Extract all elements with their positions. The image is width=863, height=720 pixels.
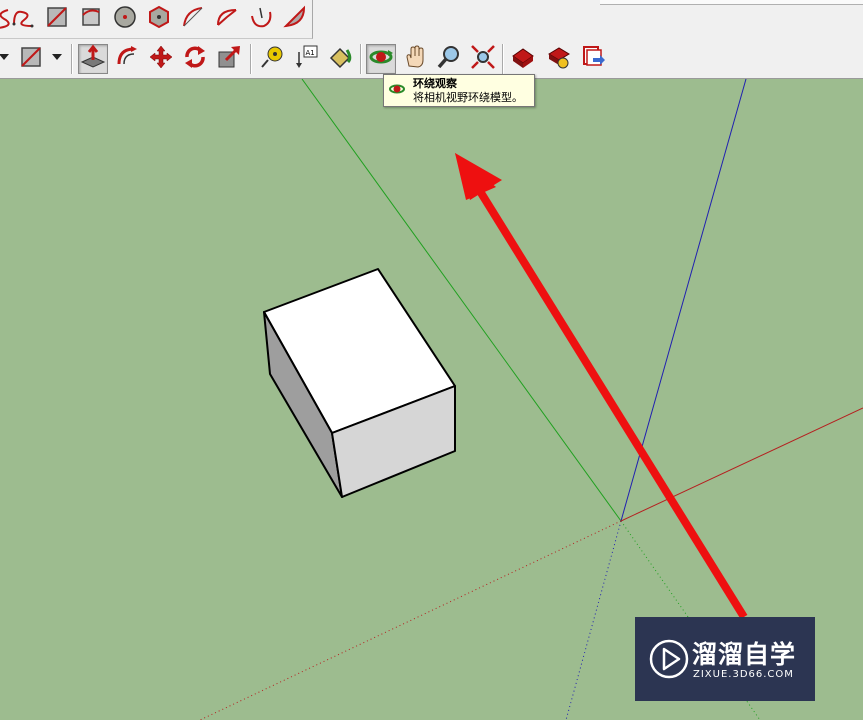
rotated-rectangle-icon: [78, 4, 104, 34]
watermark-url: ZIXUE.3D66.COM: [693, 669, 794, 680]
move-tool[interactable]: [146, 44, 176, 74]
red-axis-hidden: [199, 520, 622, 720]
tape-measure-icon: [259, 44, 285, 74]
play-logo-icon: [649, 639, 689, 679]
tooltip-description: 将相机视野环绕模型。: [413, 91, 523, 104]
pie-tool[interactable]: [212, 4, 242, 34]
paint-bucket-tool[interactable]: [325, 44, 355, 74]
pan-tool[interactable]: [400, 44, 430, 74]
rotate-icon: [182, 44, 208, 74]
watermark-brand: 溜溜自学: [692, 640, 797, 669]
zoom-extents-tool[interactable]: [468, 44, 498, 74]
eraser-icon: [18, 44, 44, 74]
two-point-arc-icon: [248, 4, 274, 34]
warehouse-tool[interactable]: [508, 44, 538, 74]
toolbar-area: A1: [0, 0, 863, 79]
text-icon: A1: [293, 44, 319, 74]
layout-send-icon: [580, 44, 606, 74]
move-icon: [148, 44, 174, 74]
offset-icon: [114, 44, 140, 74]
freehand-icon: [10, 4, 36, 34]
chevron-down-icon[interactable]: [0, 54, 9, 60]
polygon-tool[interactable]: [144, 4, 174, 34]
toolbar-strip-right: [600, 0, 863, 5]
orbit-tool[interactable]: [366, 44, 396, 74]
circle-icon: [112, 4, 138, 34]
chevron-down-icon[interactable]: [52, 54, 62, 60]
offset-tool[interactable]: [112, 44, 142, 74]
three-point-arc-tool[interactable]: [280, 4, 310, 34]
zoom-icon: [436, 44, 462, 74]
layout-send-tool[interactable]: [578, 44, 608, 74]
orbit-icon: [368, 44, 394, 74]
toolbar-separator: [360, 44, 361, 74]
red-arrow: [455, 153, 748, 620]
paint-bucket-icon: [327, 44, 353, 74]
circle-tool[interactable]: [110, 4, 140, 34]
freehand-tool[interactable]: [8, 4, 38, 34]
text-tool[interactable]: A1: [291, 44, 321, 74]
red-axis: [620, 407, 863, 522]
push-pull-tool[interactable]: [78, 44, 108, 74]
arc-icon: [180, 4, 206, 34]
toolbar-separator: [71, 44, 72, 74]
blue-axis-hidden: [565, 520, 622, 720]
two-point-arc-tool[interactable]: [246, 4, 276, 34]
push-pull-icon: [80, 44, 106, 74]
rotate-tool[interactable]: [180, 44, 210, 74]
box-model: [263, 268, 456, 498]
zoom-extents-icon: [470, 44, 496, 74]
pie-icon: [214, 4, 240, 34]
rectangle-tool[interactable]: [42, 4, 72, 34]
extension-warehouse-tool[interactable]: [544, 44, 574, 74]
drawing-toolbar: [0, 0, 313, 39]
rectangle-icon: [44, 4, 70, 34]
edit-toolbar: A1: [0, 40, 612, 78]
orbit-icon: [388, 80, 406, 98]
watermark: 溜溜自学 ZIXUE.3D66.COM: [635, 617, 815, 701]
arc-tool[interactable]: [178, 4, 208, 34]
scale-icon: [216, 44, 242, 74]
orbit-tooltip: 环绕观察 将相机视野环绕模型。: [383, 74, 535, 107]
svg-text:A1: A1: [306, 49, 315, 57]
eraser-tool[interactable]: [16, 44, 46, 74]
pan-icon: [402, 44, 428, 74]
rotated-rectangle-tool[interactable]: [76, 4, 106, 34]
warehouse-icon: [510, 44, 536, 74]
toolbar-separator: [502, 44, 503, 74]
tooltip-title: 环绕观察: [413, 77, 457, 90]
scale-tool[interactable]: [214, 44, 244, 74]
polygon-icon: [146, 4, 172, 34]
extension-warehouse-icon: [546, 44, 572, 74]
three-point-arc-icon: [282, 4, 308, 34]
toolbar-separator: [250, 44, 251, 74]
tape-measure-tool[interactable]: [257, 44, 287, 74]
zoom-tool[interactable]: [434, 44, 464, 74]
